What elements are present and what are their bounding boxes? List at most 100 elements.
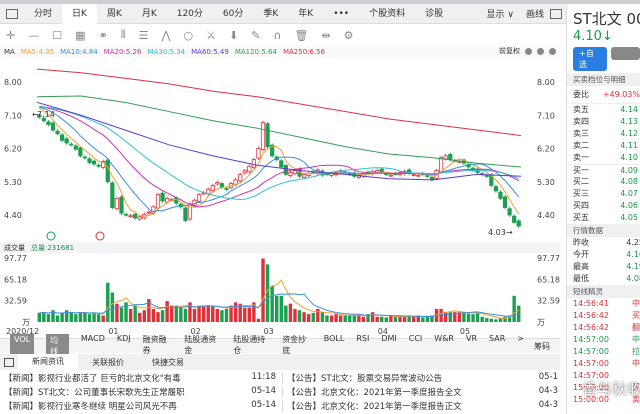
candle [196,194,202,202]
announcement-link[interactable]: 【公告】北京文化：2021年第一季度报告正文 [287,400,462,412]
candle [302,173,307,178]
candle [96,164,101,167]
news-row: 【新闻】影视行业寒冬继续 明星公司风光不再 05-14 【公告】北京文化：2021年… [0,399,568,413]
level-label: 卖一 [573,153,589,162]
candle [50,122,56,131]
volume-bar [138,312,142,322]
orderbook-row: 买三 4.07 [567,188,640,200]
volume-bar [64,310,69,322]
market-value: 4.08 [626,274,640,283]
volume-bar [494,319,498,322]
volume-bar [398,316,402,322]
candle [443,155,448,160]
news-time: 05-14 [251,386,276,396]
watermark: 香与秋收 [582,380,640,398]
level-price: 4.13 [620,117,638,126]
candle [91,160,97,165]
elf-row[interactable]: 14:56:41 中 [567,298,640,310]
elf-time: 14:57:00 [573,359,609,368]
volume-bar [284,305,288,322]
market-value: 4.16 [626,250,640,259]
candle [174,197,179,204]
volume-total: 总量:231681 [31,243,75,252]
news-link[interactable]: 【新闻】ST北文：公司董事长宋歌先生正常履职 [4,386,185,398]
candle [78,147,83,157]
price-tick-right: 8.00 [537,78,555,87]
announcement-link[interactable]: 【公告】北京文化：2021年第一季度报告全文 [287,386,462,398]
candle [292,170,298,175]
quote-panel: ST北文 00 4.10↓ +自选 买卖档位与明细 委比+49.03% 卖五4.… [566,4,640,414]
market-data-title: 行情数据 [567,224,640,237]
add-watchlist-button[interactable]: +自选 [573,47,607,71]
indicator-tabs: VOL 均线 MACD KDJ 融资融券 陆股通资金 陆股通持仓 资金抄底 BOLL RSI DMI… [0,334,560,358]
stock-code: 00 [626,10,640,28]
volume-bar [183,308,188,322]
level-label: 卖四 [573,117,589,126]
news-list: 【新闻】影视行业都活了 巨亏的北京文化"有毒 11:18 【公告】ST北文：股票交易… [0,371,568,414]
volume-bar [402,316,407,322]
collapse-icon[interactable] [4,357,14,367]
volume-bar [480,316,484,322]
market-label: 昨收 [573,238,589,247]
candle [388,174,393,177]
elf-row[interactable]: 14:56:42 买 [567,310,640,322]
news-link[interactable]: 【新闻】影视行业寒冬继续 明星公司风光不再 [4,400,177,412]
volume-bar [165,301,169,322]
orderbook-row: 买二 4.08 [567,176,640,188]
volume-bar [211,305,215,322]
level-label: 卖五 [573,105,589,114]
announcement-date: 04-3 [538,386,558,396]
volume-bar [279,295,283,322]
volume-tick-left: 97.77 [4,254,27,263]
volume-bar [462,312,466,322]
candle [105,159,110,183]
tab-news[interactable]: 新闻资讯 [18,354,78,370]
volume-label[interactable]: 成交量 [4,243,25,253]
candle [215,182,220,185]
chips-tab[interactable]: 筹码 [534,341,550,352]
price-tick-left: 5.30 [4,178,22,187]
candle [210,185,215,191]
volume-bar [297,310,302,322]
elf-time: 14:57:00 [573,347,609,356]
level-price: 4.08 [620,177,638,186]
tab-related-quotes[interactable]: 关联报价 [78,357,138,368]
more-button[interactable] [610,47,640,60]
volume-bar [201,305,206,322]
announcement-link[interactable]: 【公告】ST北文：股票交易异常波动公告 [287,372,442,384]
candle [114,197,120,210]
kline-chart[interactable]: 8.00 8.00 7.10 7.10 6.20 6.20 5.30 5.30 4.40 4.40… [0,0,566,340]
candle [411,173,416,176]
elf-event: 中 [632,335,640,344]
volume-bar [338,315,343,322]
level-label: 卖三 [573,129,589,138]
level-label: 买四 [573,201,589,210]
volume-tick-left: 32.59 [4,297,27,306]
news-row: 【新闻】影视行业都活了 巨亏的北京文化"有毒 11:18 【公告】ST北文：股票交易… [0,371,568,385]
high-annotation: 7.14 [37,110,55,119]
orderbook-row: 卖四 4.13 [567,116,640,128]
elf-row[interactable]: 14:57:00 拉 [567,346,640,358]
volume-bar [352,315,357,322]
elf-row[interactable]: 14:57:00 中 [567,334,640,346]
short-term-elf-title: 短线精灵 [567,285,640,298]
elf-row[interactable]: 14:56:42 翻 [567,322,640,334]
volume-tick-right: 32.59 [537,297,560,306]
level-label: 卖二 [573,141,589,150]
market-row: 最高 4.19 [567,261,640,273]
elf-time: 14:56:41 [573,299,609,308]
candle [251,159,256,168]
price-tick-left: 8.00 [4,78,22,87]
candle [516,220,521,227]
news-link[interactable]: 【新闻】影视行业都活了 巨亏的北京文化"有毒 [4,372,181,384]
high-arrow: ← [32,110,39,119]
volume-bar [306,314,311,322]
volume-bar [133,305,137,322]
candle [484,175,489,177]
elf-row[interactable]: 14:57:00 中 [567,358,640,370]
candle [160,192,165,202]
candle [238,173,243,182]
tab-quick-trade[interactable]: 快捷交易 [138,357,198,368]
elf-time: 14:57:00 [573,335,609,344]
candle [247,165,252,173]
